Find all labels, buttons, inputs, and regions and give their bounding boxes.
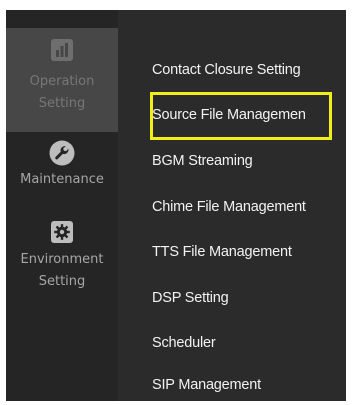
menu-item-scheduler[interactable]: Scheduler <box>152 335 216 351</box>
bar-chart-icon <box>51 39 73 61</box>
gear-icon <box>51 221 73 243</box>
app-window: Operation Setting Maintenance Environmen… <box>0 0 352 405</box>
menu-item-tts-file-management[interactable]: TTS File Management <box>152 244 292 260</box>
sidebar-item-operation-setting[interactable]: Operation Setting <box>6 28 118 132</box>
menu-item-contact-closure-setting[interactable]: Contact Closure Setting <box>152 62 301 78</box>
sidebar-item-label: Maintenance <box>20 172 104 187</box>
wrench-icon <box>49 140 75 166</box>
main-sidebar: Operation Setting Maintenance Environmen… <box>6 10 118 401</box>
sidebar-item-label: Setting <box>38 274 86 289</box>
sidebar-item-label: Setting <box>38 96 86 111</box>
menu-item-bgm-streaming[interactable]: BGM Streaming <box>152 153 253 169</box>
operation-setting-submenu: Contact Closure Setting Source File Mana… <box>118 10 346 401</box>
menu-item-source-file-management[interactable]: Source File Managemen <box>152 107 306 123</box>
sidebar-item-maintenance[interactable]: Maintenance <box>6 140 118 208</box>
menu-item-sip-management[interactable]: SIP Management <box>152 377 261 393</box>
sidebar-item-label: Operation <box>29 74 95 89</box>
menu-item-chime-file-management[interactable]: Chime File Management <box>152 199 306 215</box>
menu-item-dsp-setting[interactable]: DSP Setting <box>152 290 229 306</box>
sidebar-item-environment-setting[interactable]: Environment Setting <box>6 220 118 320</box>
sidebar-item-label: Environment <box>20 252 104 267</box>
